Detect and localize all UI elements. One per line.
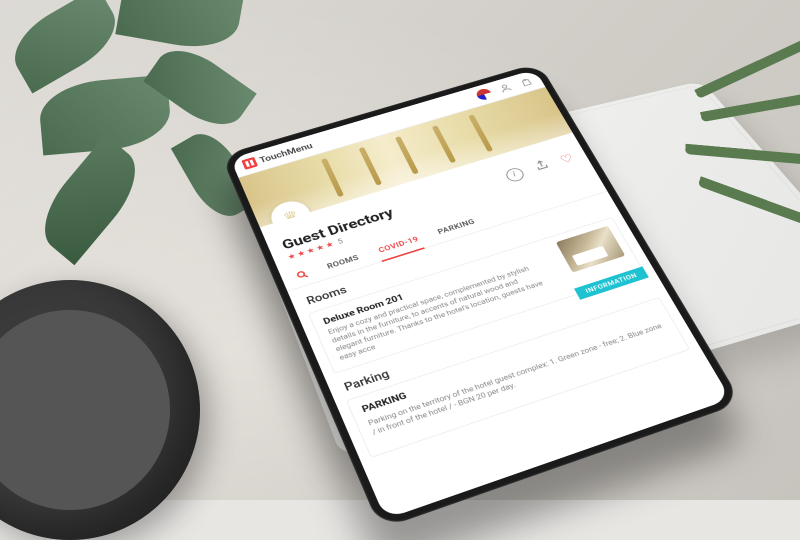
language-flag-icon[interactable] (474, 87, 493, 101)
rating-value: 5 (337, 238, 345, 247)
info-icon[interactable]: i (503, 166, 526, 183)
search-icon[interactable] (294, 268, 312, 284)
star-icon: ★ (306, 246, 317, 256)
lifestyle-scene: TouchMenu ♕ Guest Directory (0, 0, 800, 500)
bag-icon[interactable] (517, 76, 534, 88)
favorite-icon[interactable]: ♡ (557, 151, 576, 166)
star-icon: ★ (287, 252, 298, 262)
share-icon[interactable] (531, 158, 552, 175)
star-icon: ★ (296, 249, 307, 259)
user-icon[interactable] (497, 82, 514, 94)
star-icon: ★ (324, 241, 335, 250)
star-icon: ★ (315, 244, 326, 253)
title-actions: i ♡ (503, 150, 576, 183)
brand-logo-icon (241, 157, 258, 170)
room-thumbnail (556, 226, 626, 273)
